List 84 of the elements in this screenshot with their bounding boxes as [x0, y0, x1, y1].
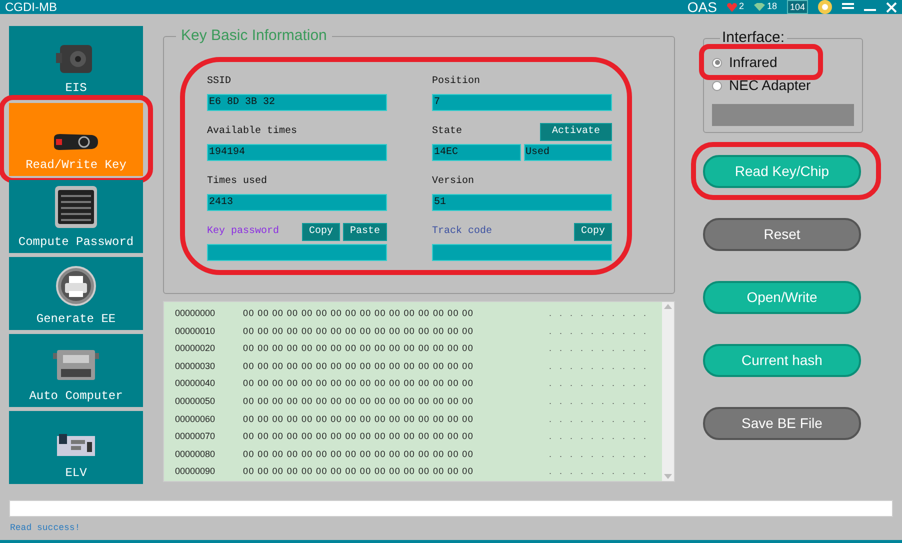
action-button[interactable]: Open/Write: [703, 281, 861, 314]
value-field[interactable]: 194194: [207, 144, 387, 161]
scroll-up-icon[interactable]: [664, 304, 672, 309]
menu-icon[interactable]: [842, 2, 854, 12]
action-button[interactable]: Reset: [703, 218, 861, 251]
coin-icon: [818, 0, 832, 14]
small-button[interactable]: Paste: [342, 223, 387, 241]
value-field[interactable]: [432, 244, 612, 261]
value-field[interactable]: 7: [432, 94, 612, 111]
hex-ascii: ..........: [549, 395, 654, 408]
printer-icon: [56, 266, 96, 306]
hex-bytes: 00 00 00 00 00 00 00 00 00 00 00 00 00 00 00 00: [243, 342, 475, 356]
hex-offset: 00000030: [175, 360, 216, 373]
small-button[interactable]: Copy: [302, 223, 340, 241]
hex-offset: 00000060: [175, 412, 216, 426]
field-label: Version: [432, 175, 474, 189]
hex-ascii: ..........: [549, 377, 654, 390]
action-button[interactable]: Save BE File: [703, 407, 861, 440]
sidebar-item[interactable]: Auto Computer: [9, 334, 143, 407]
hex-bytes: 00 00 00 00 00 00 00 00 00 00 00 00 00 00 00 00: [243, 360, 475, 373]
hex-bytes: 00 00 00 00 00 00 00 00 00 00 00 00 00 00 00 00: [243, 465, 475, 478]
hex-offset: 00000080: [175, 448, 216, 461]
hex-ascii: ..........: [549, 448, 654, 461]
action-button[interactable]: Current hash: [703, 344, 861, 377]
field-label: State: [432, 125, 462, 139]
gem-count: 18: [766, 0, 777, 14]
hex-bytes: 00 00 00 00 00 00 00 00 00 00 00 00 00 00 00 00: [243, 412, 475, 426]
control-unit-icon: [53, 347, 99, 383]
small-button[interactable]: Copy: [574, 223, 612, 241]
value-field[interactable]: 2413: [207, 194, 387, 211]
value-field[interactable]: Used: [524, 144, 612, 161]
hex-ascii: ..........: [549, 342, 654, 356]
hex-bytes: 00 00 00 00 00 00 00 00 00 00 00 00 00 00 00 00: [243, 377, 475, 390]
hex-ascii: ..........: [549, 324, 654, 338]
hex-offset: 00000070: [175, 430, 216, 444]
value-field[interactable]: E6 8D 3B 32: [207, 94, 387, 111]
field-label: Available times: [207, 125, 298, 139]
field-label: SSID: [207, 75, 232, 89]
heart-count: 2: [738, 0, 744, 14]
hex-ascii: ..........: [549, 465, 654, 478]
level-badge: 104: [786, 0, 808, 14]
value-field[interactable]: 14EC: [432, 144, 520, 161]
close-icon[interactable]: [886, 2, 897, 12]
window-title: CGDI-MB: [5, 0, 57, 14]
field-label: Times used: [207, 175, 268, 189]
hex-offset: 00000010: [175, 324, 216, 338]
field-label: Track code: [432, 225, 492, 239]
value-field[interactable]: 51: [432, 194, 612, 211]
hex-bytes: 00 00 00 00 00 00 00 00 00 00 00 00 00 00 00 00: [243, 448, 475, 461]
hex-offset: 00000020: [175, 342, 216, 356]
field-label: Key password: [207, 225, 280, 239]
sidebar-item[interactable]: Read/Write Key: [9, 103, 143, 176]
binary-screen-icon: [54, 185, 98, 229]
hex-bytes: 00 00 00 00 00 00 00 00 00 00 00 00 00 00 00 00: [243, 307, 475, 320]
hex-offset: 00000000: [175, 307, 216, 320]
group-title: Key Basic Information: [176, 27, 332, 45]
hex-ascii: ..........: [549, 412, 654, 426]
action-button[interactable]: Read Key/Chip: [703, 155, 861, 188]
radio-label: Infrared: [729, 53, 778, 72]
scroll-down-icon[interactable]: [664, 474, 672, 479]
hex-offset: 00000090: [175, 465, 216, 478]
hex-ascii: ..........: [549, 430, 654, 444]
car-key-icon: [52, 132, 100, 152]
radio-button[interactable]: [712, 80, 722, 90]
status-message: Read success!: [10, 522, 80, 535]
hex-ascii: ..........: [549, 307, 654, 320]
field-label: Position: [432, 75, 480, 89]
user-name: OAS: [687, 0, 717, 14]
hex-ascii: ..........: [549, 360, 654, 373]
small-button[interactable]: Activate: [540, 123, 612, 141]
hex-offset: 00000040: [175, 377, 216, 390]
hex-offset: 00000050: [175, 395, 216, 408]
hex-bytes: 00 00 00 00 00 00 00 00 00 00 00 00 00 00 00 00: [243, 430, 475, 444]
sidebar-item[interactable]: Compute Password: [9, 180, 143, 253]
gem-icon: [754, 3, 765, 11]
hex-bytes: 00 00 00 00 00 00 00 00 00 00 00 00 00 00 00 00: [243, 324, 475, 338]
radio-button[interactable]: [712, 58, 722, 68]
radio-label: NEC Adapter: [729, 76, 811, 95]
value-field[interactable]: [207, 244, 387, 261]
scrollbar[interactable]: [662, 302, 674, 481]
sidebar-item[interactable]: ELV: [9, 411, 143, 484]
sidebar-item[interactable]: Generate EE: [9, 257, 143, 330]
heart-icon: [726, 2, 737, 12]
hex-bytes: 00 00 00 00 00 00 00 00 00 00 00 00 00 00 00 00: [243, 395, 475, 408]
